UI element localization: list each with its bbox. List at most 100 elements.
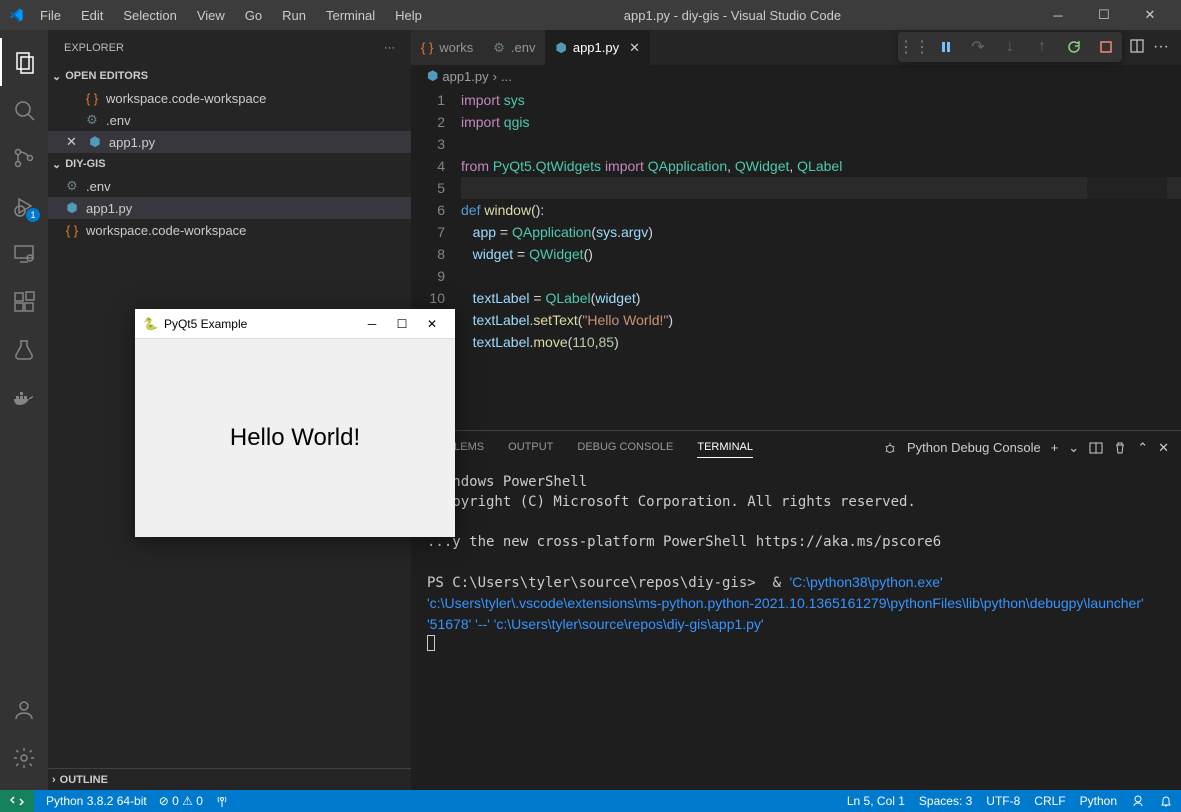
close-panel-icon[interactable]: ✕ [1158,440,1169,456]
vscode-logo-icon [8,7,24,23]
pyqt-body: Hello World! [135,339,455,537]
search-icon[interactable] [0,86,48,134]
file-item[interactable]: { }workspace.code-workspace [48,219,411,241]
open-editors-header[interactable]: ⌄ OPEN EDITORS [48,65,411,87]
menu-edit[interactable]: Edit [73,4,111,27]
remote-indicator[interactable] [0,790,34,812]
new-terminal-icon[interactable]: + [1051,440,1059,455]
menu-selection[interactable]: Selection [115,4,184,27]
pyqt-app-icon: 🐍 [143,317,158,331]
gear-icon: ⚙ [64,178,80,194]
pyqt-label: Hello World! [230,424,360,452]
editor-tab[interactable]: { }works [411,30,483,65]
open-editor-item[interactable]: ✕⬢app1.py [48,131,411,153]
terminal[interactable]: ...ndows PowerShell ...pyright (C) Micro… [411,464,1181,790]
python-icon: ⬢ [555,40,566,56]
indent-indicator[interactable]: Spaces: 3 [919,794,972,808]
extensions-icon[interactable] [0,278,48,326]
accounts-icon[interactable] [0,686,48,734]
open-editor-item[interactable]: ⚙.env [48,109,411,131]
sidebar-title: EXPLORER [64,42,124,54]
open-editor-item[interactable]: { }workspace.code-workspace [48,87,411,109]
cursor-position[interactable]: Ln 5, Col 1 [847,794,905,808]
python-icon: ⬢ [87,134,103,150]
problems-indicator[interactable]: ⊘ 0 ⚠ 0 [159,794,203,808]
pyqt-titlebar[interactable]: 🐍 PyQt5 Example ─ ☐ ✕ [135,309,455,339]
chevron-up-icon[interactable]: ⌃ [1137,440,1148,456]
pause-icon[interactable] [936,37,956,57]
minimize-button[interactable]: ─ [1035,0,1081,30]
debug-badge: 1 [26,208,40,222]
chevron-right-icon: › [52,774,56,786]
notifications-icon[interactable] [1159,794,1173,808]
chevron-down-icon[interactable]: ⌄ [1068,440,1079,456]
gear-icon: ⚙ [493,40,505,56]
sidebar-header: EXPLORER ··· [48,30,411,65]
panel-tab-output[interactable]: OUTPUT [508,437,553,458]
source-control-icon[interactable] [0,134,48,182]
python-icon: ⬢ [64,200,80,216]
pyqt-window[interactable]: 🐍 PyQt5 Example ─ ☐ ✕ Hello World! [135,309,455,537]
outline-header[interactable]: › OUTLINE [48,768,411,790]
menu-go[interactable]: Go [237,4,270,27]
status-bar: Python 3.8.2 64-bit ⊘ 0 ⚠ 0 Ln 5, Col 1 … [0,790,1181,812]
menu-help[interactable]: Help [387,4,430,27]
breadcrumb[interactable]: ⬢ app1.py › ... [411,65,1181,87]
editor-tab[interactable]: ⬢app1.py✕ [545,30,650,65]
feedback-icon[interactable] [1131,794,1145,808]
minimap[interactable] [1087,87,1167,430]
remote-explorer-icon[interactable] [0,230,48,278]
menu-run[interactable]: Run [274,4,314,27]
stop-icon[interactable] [1096,37,1116,57]
restart-icon[interactable] [1064,37,1084,57]
file-item[interactable]: ⚙.env [48,175,411,197]
pyqt-close-button[interactable]: ✕ [417,317,447,331]
maximize-button[interactable]: ☐ [1081,0,1127,30]
more-icon[interactable]: ··· [1153,38,1169,58]
more-icon[interactable]: ··· [384,42,395,54]
panel-tab-debug-console[interactable]: DEBUG CONSOLE [577,437,673,458]
terminal-selector[interactable]: Python Debug Console [907,440,1041,455]
run-debug-icon[interactable]: 1 [0,182,48,230]
gear-icon: ⚙ [84,112,100,128]
braces-icon: { } [421,40,433,55]
pyqt-minimize-button[interactable]: ─ [357,317,387,331]
editor-tab[interactable]: ⚙.env [483,30,545,65]
panel-tab-terminal[interactable]: TERMINAL [697,437,753,458]
split-terminal-icon[interactable] [1089,441,1103,455]
trash-icon[interactable] [1113,441,1127,455]
testing-icon[interactable] [0,326,48,374]
menu-view[interactable]: View [189,4,233,27]
pyqt-maximize-button[interactable]: ☐ [387,317,417,331]
activity-bar: 1 [0,30,48,790]
braces-icon: { } [64,223,80,238]
menu-bar: FileEditSelectionViewGoRunTerminalHelp [32,4,430,27]
explorer-icon[interactable] [0,38,48,86]
encoding-indicator[interactable]: UTF-8 [986,794,1020,808]
settings-icon[interactable] [0,734,48,782]
file-item[interactable]: ⬢app1.py [48,197,411,219]
menu-file[interactable]: File [32,4,69,27]
menu-terminal[interactable]: Terminal [318,4,383,27]
docker-icon[interactable] [0,374,48,422]
debug-toolbar[interactable]: ⋮⋮ ↷ ↓ ↑ [898,32,1122,62]
split-editor-icon[interactable] [1129,38,1145,58]
eol-indicator[interactable]: CRLF [1034,794,1065,808]
chevron-down-icon: ⌄ [52,70,61,83]
step-over-icon[interactable]: ↷ [968,37,988,57]
language-indicator[interactable]: Python [1080,794,1117,808]
step-out-icon[interactable]: ↑ [1032,37,1052,57]
close-icon[interactable]: ✕ [66,134,77,150]
radio-tower-icon[interactable] [215,794,229,808]
drag-handle-icon[interactable]: ⋮⋮ [904,37,924,57]
bottom-panel: PROBLEMSOUTPUTDEBUG CONSOLETERMINAL Pyth… [411,430,1181,790]
code-editor[interactable]: 123456789101112 import sysimport qgis fr… [411,87,1181,430]
editor-tabs: { }works⚙.env⬢app1.py✕ ⌄ ··· ⋮⋮ ↷ ↓ ↑ [411,30,1181,65]
close-button[interactable]: ✕ [1127,0,1173,30]
python-version[interactable]: Python 3.8.2 64-bit [46,794,147,808]
close-tab-icon[interactable]: ✕ [629,40,640,56]
panel-tabs: PROBLEMSOUTPUTDEBUG CONSOLETERMINAL Pyth… [411,431,1181,464]
folder-header[interactable]: ⌄ DIY-GIS [48,153,411,175]
chevron-down-icon: ⌄ [52,158,61,171]
step-into-icon[interactable]: ↓ [1000,37,1020,57]
